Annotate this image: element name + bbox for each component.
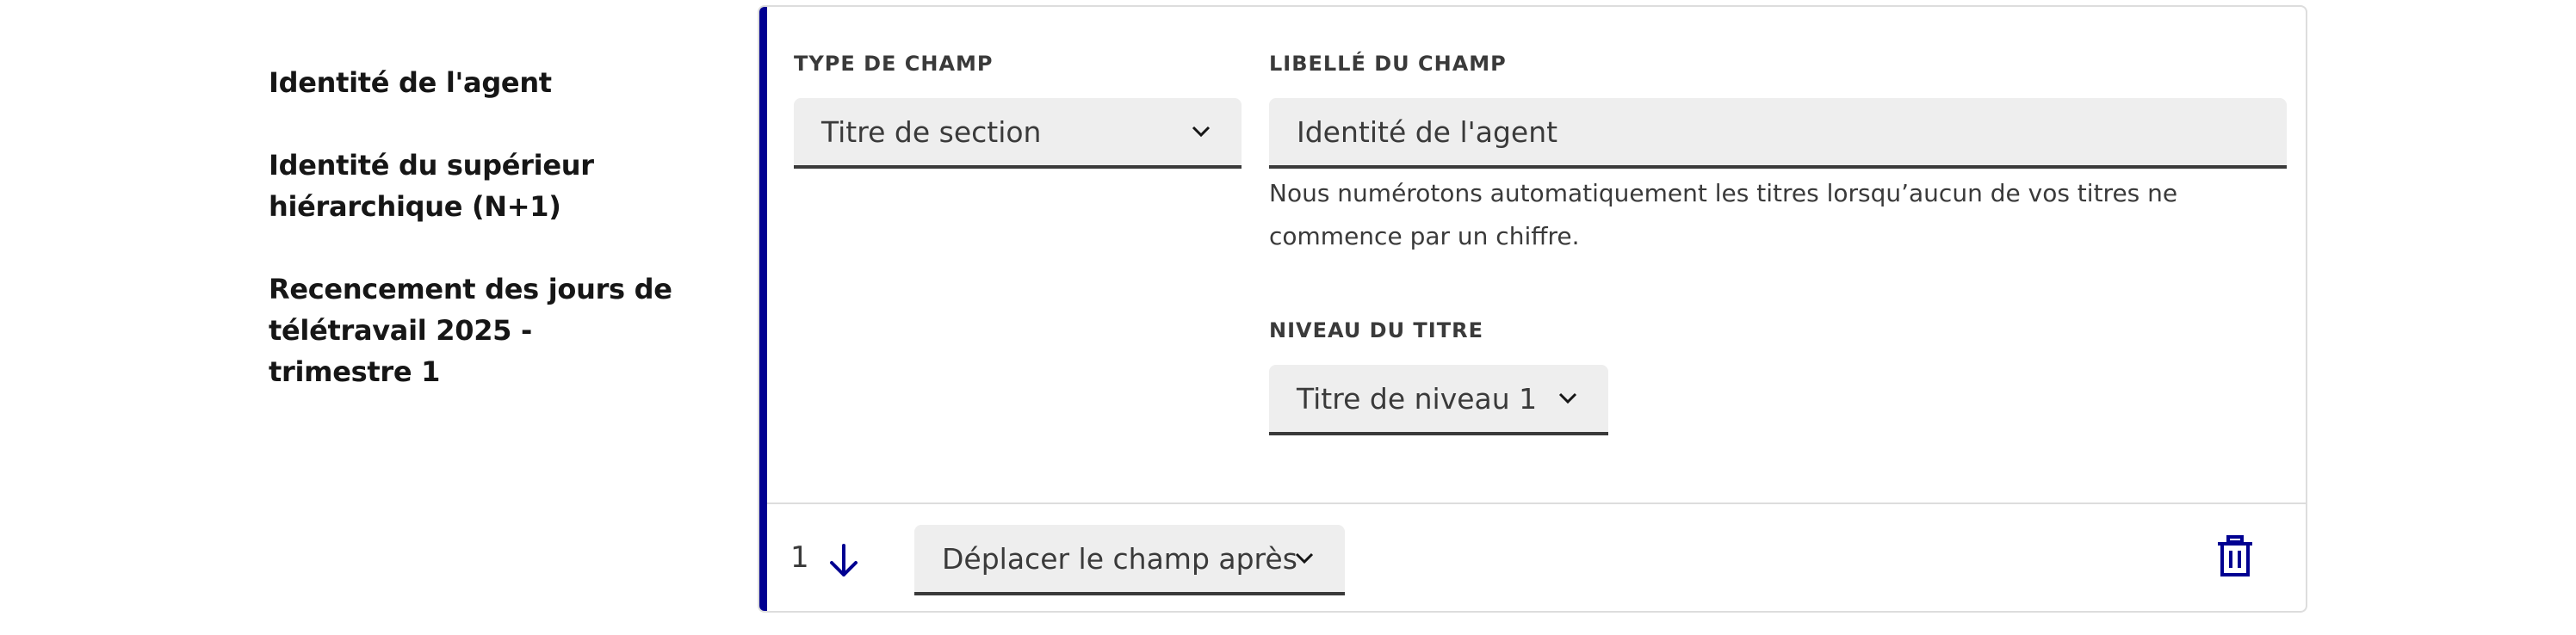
libelle-du-champ-value: Identité de l'agent bbox=[1297, 114, 1558, 149]
footer-divider bbox=[767, 502, 2306, 504]
accent-bar bbox=[759, 7, 767, 611]
type-de-champ-value: Titre de section bbox=[821, 114, 1042, 149]
move-field-value: Déplacer le champ après bbox=[942, 541, 1297, 576]
trash-icon[interactable] bbox=[2216, 535, 2254, 578]
niveau-du-titre-label: NIVEAU DU TITRE bbox=[1269, 318, 1483, 342]
niveau-du-titre-select[interactable]: Titre de niveau 1 bbox=[1269, 365, 1608, 435]
libelle-du-champ-input[interactable]: Identité de l'agent bbox=[1269, 98, 2287, 169]
nav-item-identite-agent[interactable]: Identité de l'agent bbox=[269, 62, 716, 103]
libelle-du-champ-label: LIBELLÉ DU CHAMP bbox=[1269, 52, 1507, 76]
move-field-select[interactable]: Déplacer le champ après bbox=[914, 525, 1345, 595]
niveau-du-titre-value: Titre de niveau 1 bbox=[1297, 381, 1538, 416]
type-de-champ-select[interactable]: Titre de section bbox=[794, 98, 1242, 169]
field-position: 1 bbox=[790, 540, 809, 575]
field-editor-card: TYPE DE CHAMP Titre de section LIBELLÉ D… bbox=[758, 5, 2307, 613]
chevron-down-icon bbox=[1558, 392, 1577, 404]
type-de-champ-label: TYPE DE CHAMP bbox=[794, 52, 994, 76]
libelle-hint: Nous numérotons automatiquement les titr… bbox=[1269, 179, 2178, 250]
chevron-down-icon bbox=[1295, 552, 1314, 564]
section-nav: Identité de l'agent Identité du supérieu… bbox=[269, 62, 716, 434]
chevron-down-icon bbox=[1192, 126, 1211, 138]
nav-item-recensement-teletravail[interactable]: Recencement des jours de télétravail 202… bbox=[269, 268, 682, 392]
arrow-down-icon[interactable] bbox=[827, 542, 861, 580]
nav-item-identite-superieur[interactable]: Identité du supérieur hiérarchique (N+1) bbox=[269, 145, 596, 227]
